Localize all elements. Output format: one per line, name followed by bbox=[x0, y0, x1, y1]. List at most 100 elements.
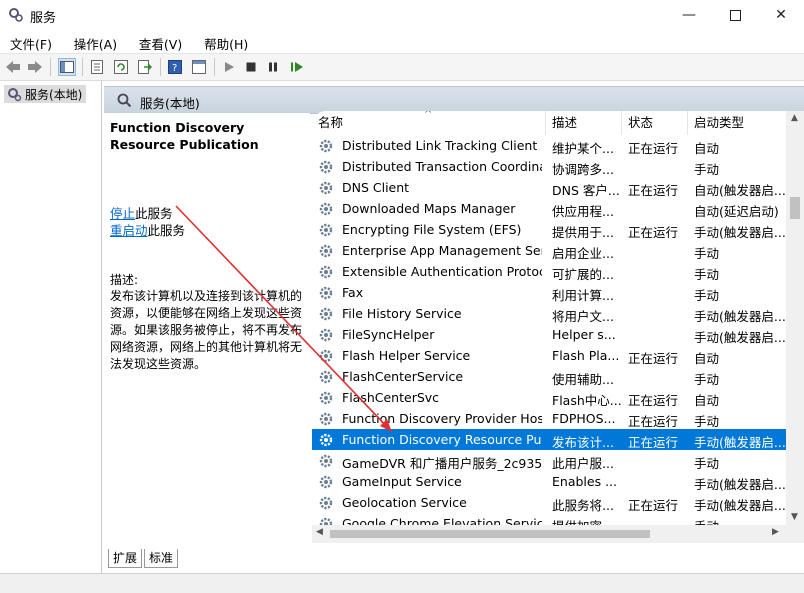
selected-service-title: Function Discovery Resource Publication bbox=[110, 120, 259, 152]
tab-extended[interactable]: 扩展 bbox=[108, 549, 143, 568]
service-gear-icon bbox=[319, 160, 333, 174]
service-status: 正在运行 bbox=[628, 225, 679, 240]
service-startup-type: 自动(延迟启动) bbox=[694, 204, 779, 219]
service-gear-icon bbox=[319, 223, 333, 237]
close-button[interactable]: ✕ bbox=[758, 0, 804, 30]
service-name: Fax bbox=[342, 285, 364, 300]
service-name: Downloaded Maps Manager bbox=[342, 201, 516, 216]
pause-icon bbox=[269, 62, 277, 72]
column-description[interactable]: 描述 bbox=[546, 111, 622, 135]
service-startup-type: 手动(触发器启... bbox=[694, 225, 786, 240]
service-gear-icon bbox=[319, 139, 333, 153]
horizontal-scroll-thumb[interactable] bbox=[330, 530, 650, 538]
search-icon bbox=[117, 93, 132, 108]
restart-service-button[interactable] bbox=[288, 58, 306, 76]
title-bar: 服务 — ✕ bbox=[0, 0, 804, 30]
table-row[interactable]: GameInput Service Enables ... 手动(触发器启... bbox=[312, 471, 786, 492]
service-description: 发布该计... bbox=[552, 435, 614, 450]
service-gear-icon bbox=[319, 454, 333, 468]
menu-view[interactable]: 查看(V) bbox=[129, 30, 190, 53]
refresh-button[interactable] bbox=[112, 58, 130, 76]
stop-service-link[interactable]: 停止 bbox=[110, 206, 135, 221]
pause-service-button[interactable] bbox=[264, 58, 282, 76]
service-description: 此服务将... bbox=[552, 498, 614, 513]
show-tree-button[interactable] bbox=[58, 58, 76, 76]
service-description: Enables ... bbox=[552, 474, 617, 489]
tab-extended-label: 扩展 bbox=[113, 551, 138, 565]
table-row[interactable]: FileSyncHelper Helper s... 手动(触发器启... bbox=[312, 324, 786, 345]
svg-text:?: ? bbox=[172, 63, 177, 74]
minimize-icon: — bbox=[682, 7, 696, 23]
services-pane: 服务(本地) Function Discovery Resource Publi… bbox=[104, 81, 804, 573]
table-row[interactable]: Extensible Authentication Protocol 可扩展的..… bbox=[312, 261, 786, 282]
pane-header: 服务(本地) bbox=[104, 86, 804, 114]
table-row[interactable]: Enterprise App Management Ser... 启用企业... 手… bbox=[312, 240, 786, 261]
services-gear-icon bbox=[8, 88, 22, 102]
service-gear-icon bbox=[319, 412, 333, 426]
table-row[interactable]: Flash Helper Service Flash Pla... 正在运行 自动 bbox=[312, 345, 786, 366]
menu-action[interactable]: 操作(A) bbox=[64, 30, 125, 53]
service-name: DNS Client bbox=[342, 180, 410, 195]
scroll-up-icon: ▲ bbox=[791, 113, 798, 123]
refresh-icon bbox=[114, 60, 128, 74]
service-startup-type: 手动 bbox=[694, 162, 720, 177]
column-status[interactable]: 状态 bbox=[622, 111, 688, 135]
table-row[interactable]: Distributed Transaction Coordina... 协调跨多.… bbox=[312, 156, 786, 177]
service-status: 正在运行 bbox=[628, 141, 679, 156]
service-description: 可扩展的... bbox=[552, 267, 614, 282]
tree-node-services-local[interactable]: 服务(本地) bbox=[4, 85, 87, 103]
start-service-button[interactable] bbox=[220, 58, 238, 76]
menu-file[interactable]: 文件(F) bbox=[0, 30, 60, 53]
menu-help[interactable]: 帮助(H) bbox=[194, 30, 256, 53]
help-button[interactable]: ? bbox=[166, 58, 184, 76]
table-row[interactable]: Function Discovery Provider Host FDPHOS..… bbox=[312, 408, 786, 429]
back-button[interactable] bbox=[4, 58, 22, 76]
table-row[interactable]: GameDVR 和广播用户服务_2c9353 此用户服... 手动 bbox=[312, 450, 786, 471]
table-row[interactable]: Distributed Link Tracking Client 维护某个... 正… bbox=[312, 135, 786, 156]
stop-service-button[interactable] bbox=[242, 58, 260, 76]
restart-service-link[interactable]: 重启动 bbox=[110, 223, 148, 238]
mmc-view-button[interactable] bbox=[190, 58, 208, 76]
service-description: 供应用程... bbox=[552, 204, 614, 219]
table-row[interactable]: Geolocation Service 此服务将... 正在运行 手动(触发器启... bbox=[312, 492, 786, 513]
table-row[interactable]: DNS Client DNS 客户... 正在运行 自动(触发器启... bbox=[312, 177, 786, 198]
scroll-right-icon: ▶ bbox=[772, 527, 779, 537]
services-gear-icon bbox=[9, 8, 23, 22]
minimize-button[interactable]: — bbox=[666, 0, 712, 30]
menu-bar: 文件(F) 操作(A) 查看(V) 帮助(H) bbox=[0, 30, 804, 54]
table-row[interactable]: FlashCenterService 使用辅助... 手动 bbox=[312, 366, 786, 387]
service-description: 使用辅助... bbox=[552, 372, 614, 387]
table-row[interactable]: Encrypting File System (EFS) 提供用于... 正在运行手… bbox=[312, 219, 786, 240]
service-name: Function Discovery Resource Publ... bbox=[342, 432, 542, 447]
table-row[interactable]: Function Discovery Resource Publ... 发布该计.… bbox=[312, 429, 786, 450]
restart-service-line: 重启动此服务 bbox=[110, 220, 185, 239]
service-startup-type: 自动 bbox=[694, 351, 720, 366]
column-name[interactable]: 名称 ^ bbox=[312, 111, 546, 135]
tab-standard[interactable]: 标准 bbox=[144, 549, 179, 568]
stop-icon bbox=[246, 62, 256, 72]
service-name: FileSyncHelper bbox=[342, 327, 435, 342]
service-gear-icon bbox=[319, 202, 333, 216]
vertical-scroll-thumb[interactable] bbox=[790, 197, 800, 219]
service-rows: Distributed Link Tracking Client 维护某个... 正… bbox=[312, 135, 786, 534]
table-row[interactable]: File History Service 将用户文... 手动(触发器启... bbox=[312, 303, 786, 324]
export-list-button[interactable] bbox=[136, 58, 154, 76]
horizontal-scrollbar[interactable]: ◀ ▶ bbox=[312, 525, 786, 543]
service-description: 此用户服... bbox=[552, 456, 614, 471]
services-list: 名称 ^ 描述 状态 启动类型 Distributed Link Trackin… bbox=[312, 111, 804, 543]
forward-button[interactable] bbox=[26, 58, 44, 76]
service-gear-icon bbox=[319, 475, 333, 489]
column-startup-type[interactable]: 启动类型 bbox=[688, 111, 786, 135]
table-row[interactable]: Fax 利用计算... 手动 bbox=[312, 282, 786, 303]
table-row[interactable]: FlashCenterSvc Flash中心... 正在运行 自动 bbox=[312, 387, 786, 408]
service-name: FlashCenterService bbox=[342, 369, 464, 384]
service-gear-icon bbox=[319, 433, 333, 447]
vertical-scrollbar[interactable]: ▲ ▼ bbox=[786, 111, 804, 543]
service-status: 正在运行 bbox=[628, 498, 679, 513]
service-name: Function Discovery Provider Host bbox=[342, 411, 542, 426]
service-description: Helper s... bbox=[552, 327, 616, 342]
properties-button[interactable] bbox=[88, 58, 106, 76]
maximize-button[interactable] bbox=[712, 0, 758, 30]
console-tree-icon bbox=[60, 61, 74, 73]
table-row[interactable]: Downloaded Maps Manager 供应用程... 自动(延迟启动) bbox=[312, 198, 786, 219]
